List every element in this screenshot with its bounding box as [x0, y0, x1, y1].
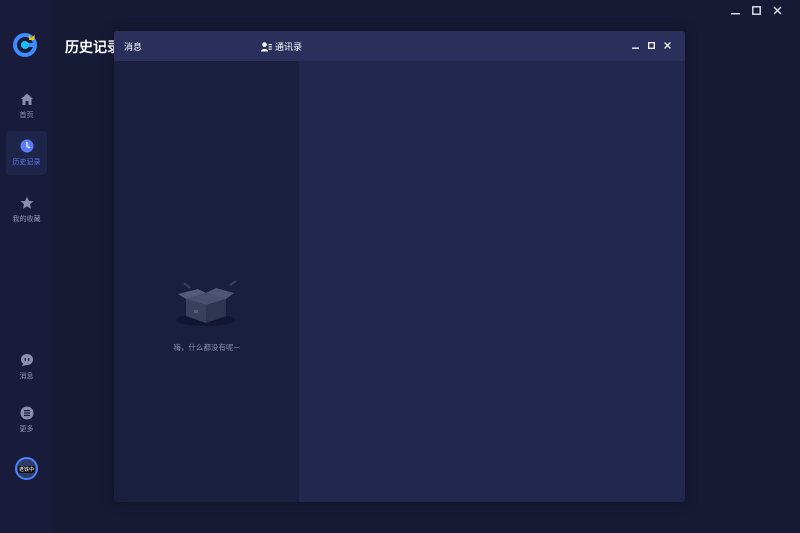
chat-icon [19, 352, 35, 368]
sidebar-item-history[interactable]: 历史记录 [6, 131, 47, 175]
contacts-tab-label: 通讯录 [275, 42, 303, 53]
sidebar-item-more[interactable]: 更多 [6, 398, 47, 442]
maximize-icon[interactable] [751, 4, 761, 16]
conversation-list-panel: 嗨，什么都没有呢~ [114, 61, 299, 502]
dialog-header: 消息 通讯录 [114, 31, 685, 61]
empty-state-message: 嗨，什么都没有呢~ [173, 343, 240, 352]
empty-box-icon [172, 279, 244, 329]
dialog-maximize-icon[interactable] [647, 40, 655, 50]
contacts-icon [261, 37, 272, 56]
contacts-tab[interactable]: 通讯录 [261, 39, 302, 53]
page-title: 历史记录 [65, 40, 121, 56]
sidebar-item-label: 首页 [19, 111, 34, 119]
minimize-icon[interactable] [730, 4, 740, 16]
sidebar: 首页 历史记录 我的收藏 消息 更多 老铁中 [0, 0, 52, 533]
clock-icon [19, 138, 35, 154]
sidebar-item-label: 消息 [19, 372, 34, 380]
sidebar-item-favorites[interactable]: 我的收藏 [6, 188, 47, 232]
avatar-label: 老铁中 [17, 466, 35, 473]
dialog-minimize-icon[interactable] [631, 40, 639, 50]
sidebar-item-label: 历史记录 [12, 158, 41, 166]
sidebar-item-label: 我的收藏 [12, 215, 41, 223]
close-icon[interactable] [772, 4, 782, 16]
more-icon [19, 405, 35, 421]
dialog-title[interactable]: 消息 [124, 40, 142, 53]
star-icon [19, 195, 35, 211]
sidebar-item-messages[interactable]: 消息 [6, 345, 47, 389]
dialog-window-controls [631, 40, 671, 50]
app-logo-icon [12, 30, 40, 58]
avatar[interactable]: 老铁中 [15, 457, 38, 480]
messages-dialog: 消息 通讯录 嗨，什么都没有呢~ [114, 31, 685, 502]
sidebar-item-home[interactable]: 首页 [6, 84, 47, 128]
dialog-close-icon[interactable] [663, 40, 671, 50]
window-controls [730, 4, 782, 16]
chat-content-panel [299, 61, 685, 502]
sidebar-item-label: 更多 [19, 425, 34, 433]
home-icon [19, 91, 35, 107]
